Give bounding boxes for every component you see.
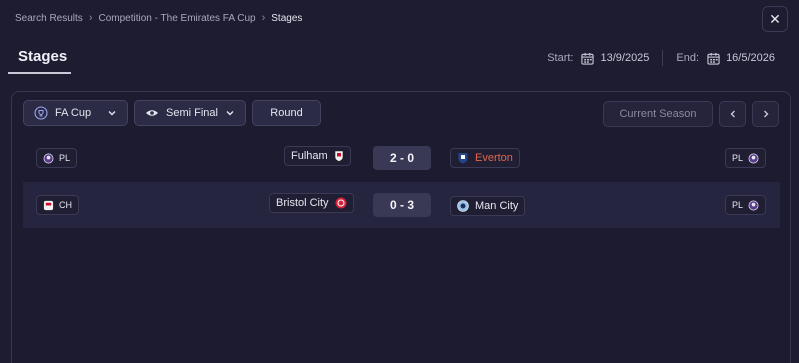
premier-league-icon — [43, 153, 54, 163]
man-city-crest-icon — [457, 200, 469, 212]
trophy-icon — [34, 106, 48, 120]
current-season-button[interactable]: Current Season — [603, 101, 713, 127]
away-league-badge: PL — [725, 148, 767, 168]
calendar-icon — [707, 52, 720, 65]
chevron-right-icon — [763, 110, 768, 118]
home-team-name: Fulham — [291, 150, 328, 162]
away-team-name: Man City — [475, 200, 519, 212]
home-league-badge: CH — [36, 195, 79, 215]
stage-value: Semi Final — [166, 107, 218, 119]
everton-crest-icon — [458, 153, 468, 164]
breadcrumb-current: Stages — [271, 12, 303, 24]
eye-icon — [146, 110, 158, 116]
match-row[interactable]: PL Fulham 2 - 0 Everton PL — [23, 136, 780, 182]
date-range: Start: 13/9/2025 End: 16/5/2026 — [547, 50, 775, 66]
away-team-name: Everton — [475, 152, 513, 164]
competition-value: FA Cup — [55, 107, 92, 119]
end-label: End: — [676, 52, 700, 64]
prev-season-button[interactable] — [719, 101, 746, 127]
close-icon: ✕ — [769, 10, 781, 27]
stage-dropdown[interactable]: Semi Final — [134, 100, 246, 126]
chevron-down-icon — [108, 111, 116, 116]
home-league-code: CH — [59, 200, 72, 210]
title-underline — [8, 72, 71, 74]
chevron-right-icon: › — [261, 12, 266, 24]
round-label: Round — [270, 107, 303, 119]
fulham-crest-icon — [334, 150, 343, 162]
calendar-icon — [581, 52, 595, 65]
chevron-down-icon — [226, 111, 234, 116]
competition-dropdown[interactable]: FA Cup — [23, 100, 128, 126]
match-row[interactable]: CH Bristol City 0 - 3 Man City PL — [23, 182, 780, 228]
match-score: 2 - 0 — [373, 146, 431, 170]
championship-icon — [43, 200, 54, 210]
home-league-badge: PL — [36, 148, 78, 168]
away-league-code: PL — [732, 153, 744, 163]
round-button[interactable]: Round — [252, 100, 321, 126]
close-button[interactable]: ✕ — [762, 6, 788, 32]
next-season-button[interactable] — [752, 101, 779, 127]
home-team[interactable]: Bristol City — [269, 193, 354, 213]
page-title: Stages — [18, 48, 68, 65]
away-team[interactable]: Everton — [450, 148, 520, 168]
end-date: 16/5/2026 — [726, 52, 775, 64]
away-league-code: PL — [732, 200, 744, 210]
date-divider — [662, 50, 664, 66]
breadcrumb-competition[interactable]: Competition - The Emirates FA Cup — [98, 13, 255, 24]
chevron-right-icon: › — [88, 12, 93, 24]
chevron-left-icon — [730, 110, 735, 118]
home-league-code: PL — [59, 153, 71, 163]
premier-league-icon — [748, 200, 759, 210]
premier-league-icon — [748, 153, 759, 163]
breadcrumb-search-results[interactable]: Search Results — [15, 13, 83, 24]
home-team-name: Bristol City — [276, 197, 329, 209]
bristol-city-crest-icon — [335, 197, 347, 209]
current-season-label: Current Season — [619, 108, 697, 120]
start-label: Start: — [547, 52, 574, 64]
away-league-badge: PL — [725, 195, 767, 215]
home-team[interactable]: Fulham — [284, 146, 351, 166]
breadcrumb: Search Results › Competition - The Emira… — [15, 12, 302, 24]
start-date: 13/9/2025 — [600, 52, 650, 64]
away-team[interactable]: Man City — [450, 196, 526, 216]
match-score: 0 - 3 — [373, 193, 431, 217]
